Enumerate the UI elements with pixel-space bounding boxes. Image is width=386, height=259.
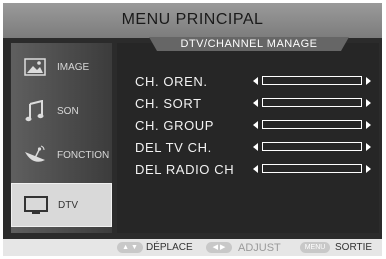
option-label: CH. OREN.	[135, 74, 208, 89]
sidebar-item-label: FONCTION	[57, 149, 110, 161]
up-down-arrows-icon: ▲ ▼	[117, 242, 143, 253]
arrow-left-icon[interactable]	[253, 121, 258, 129]
tv-monitor-icon	[22, 192, 50, 220]
tv-osd-frame: MENU PRINCIPAL IMAGE SON FONCTION DTV CH…	[3, 3, 382, 256]
option-label: DEL TV CH.	[135, 140, 212, 155]
option-ch-group[interactable]: CH. GROUP	[135, 117, 375, 135]
option-value-bar[interactable]	[262, 164, 362, 173]
image-icon	[21, 53, 49, 81]
sidebar-item-son[interactable]: SON	[11, 89, 112, 133]
menu-key-badge: MENU	[300, 242, 330, 253]
arrow-right-icon[interactable]	[366, 143, 371, 151]
option-ch-sort[interactable]: CH. SORT	[135, 95, 375, 113]
channel-options-panel: CH. OREN. CH. SORT CH. GROUP DEL TV CH. …	[117, 43, 379, 233]
sidebar: IMAGE SON FONCTION DTV	[11, 43, 112, 233]
option-del-radio-ch[interactable]: DEL RADIO CH	[135, 161, 375, 179]
menu-title: MENU PRINCIPAL	[121, 11, 264, 28]
option-ch-oren[interactable]: CH. OREN.	[135, 73, 375, 91]
title-bar: MENU PRINCIPAL	[3, 3, 382, 38]
arrow-right-icon[interactable]	[366, 121, 371, 129]
footer-hints: ▲ ▼ DÉPLACE ◀ ▶ ADJUST MENU SORTIE	[3, 239, 382, 256]
submenu-title: DTV/CHANNEL MANAGE	[180, 38, 318, 50]
sidebar-item-dtv[interactable]: DTV	[11, 183, 112, 227]
arrow-left-icon[interactable]	[253, 143, 258, 151]
sidebar-item-fonction[interactable]: FONCTION	[11, 133, 112, 177]
sidebar-item-label: SON	[57, 105, 79, 117]
arrow-right-icon[interactable]	[366, 165, 371, 173]
exit-hint: SORTIE	[335, 242, 373, 253]
option-label: CH. GROUP	[135, 118, 215, 133]
option-label: DEL RADIO CH	[135, 162, 235, 177]
arrow-left-icon[interactable]	[253, 99, 258, 107]
sidebar-item-label: IMAGE	[57, 61, 90, 73]
option-value-bar[interactable]	[262, 76, 362, 85]
option-value-bar[interactable]	[262, 120, 362, 129]
sidebar-item-label: DTV	[58, 199, 78, 211]
option-del-tv-ch[interactable]: DEL TV CH.	[135, 139, 375, 157]
music-note-icon	[21, 97, 49, 125]
submenu-tab: DTV/CHANNEL MANAGE	[149, 37, 349, 51]
satellite-dish-icon	[21, 141, 49, 169]
sidebar-item-image[interactable]: IMAGE	[11, 45, 112, 89]
option-label: CH. SORT	[135, 96, 202, 111]
arrow-left-icon[interactable]	[253, 77, 258, 85]
option-value-bar[interactable]	[262, 98, 362, 107]
arrow-left-icon[interactable]	[253, 165, 258, 173]
option-value-bar[interactable]	[262, 142, 362, 151]
adjust-hint: ADJUST	[238, 242, 281, 254]
arrow-right-icon[interactable]	[366, 77, 371, 85]
left-right-arrows-icon: ◀ ▶	[206, 242, 232, 253]
move-hint: DÉPLACE	[146, 242, 193, 253]
arrow-right-icon[interactable]	[366, 99, 371, 107]
